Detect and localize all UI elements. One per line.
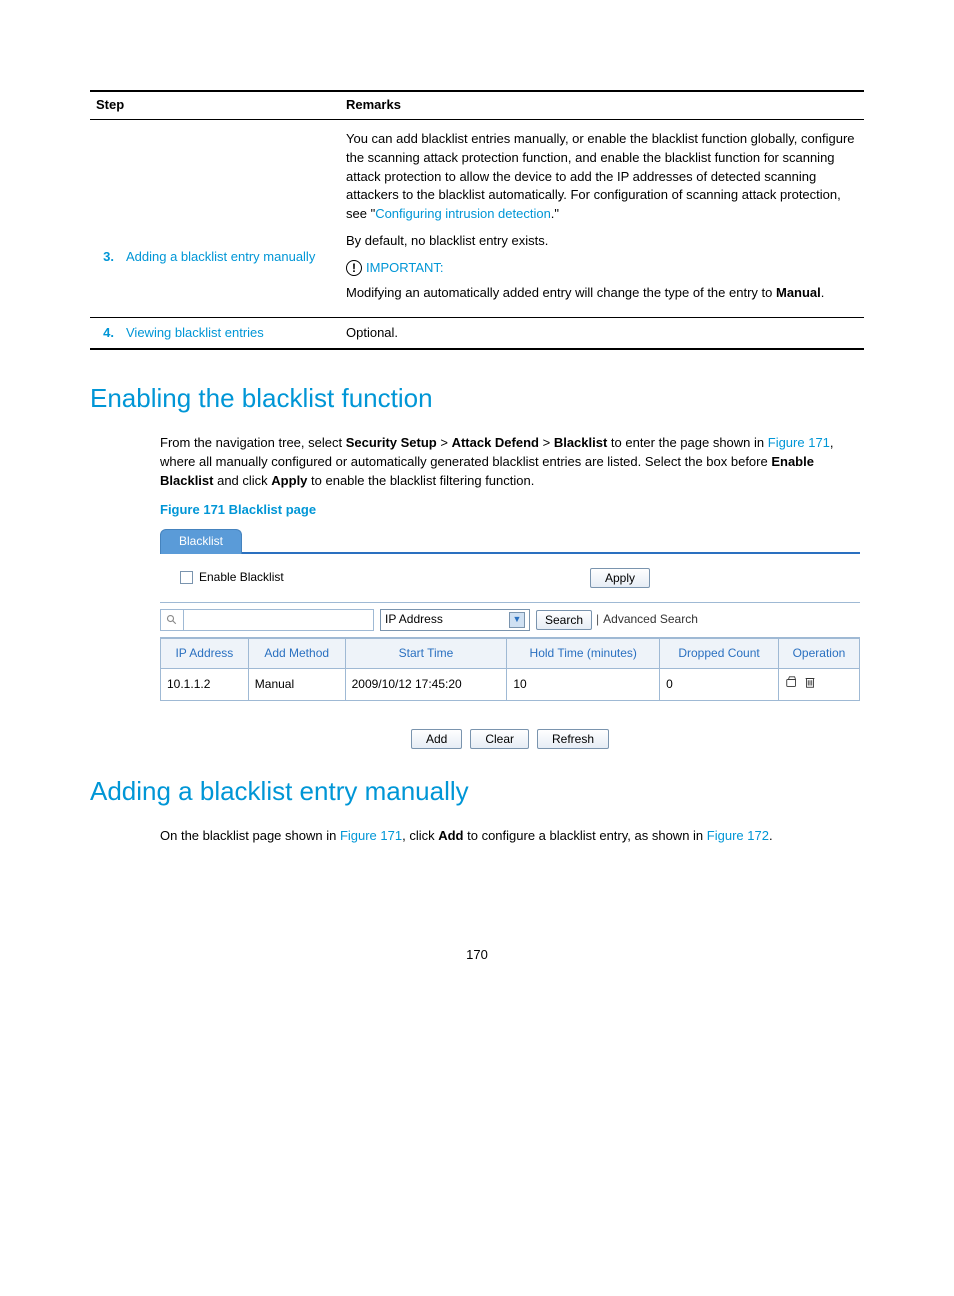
search-button[interactable]: Search <box>536 610 592 630</box>
remark3-p3c: . <box>821 285 825 300</box>
chevron-down-icon: ▼ <box>509 612 525 628</box>
important-label: IMPORTANT: <box>366 259 444 278</box>
figure-171: Blacklist Enable Blacklist Apply IP Addr… <box>160 526 860 750</box>
th-dropped[interactable]: Dropped Count <box>660 638 779 668</box>
section2-para: On the blacklist page shown in Figure 17… <box>160 827 864 846</box>
step-remarks-3: You can add blacklist entries manually, … <box>340 119 864 317</box>
th-op: Operation <box>778 638 859 668</box>
steps-table: Step Remarks 3. Adding a blacklist entry… <box>90 90 864 350</box>
th-method[interactable]: Add Method <box>248 638 345 668</box>
refresh-button[interactable]: Refresh <box>537 729 609 749</box>
heading-adding-entry: Adding a blacklist entry manually <box>90 773 864 811</box>
apply-button[interactable]: Apply <box>590 568 650 588</box>
blacklist-grid: IP Address Add Method Start Time Hold Ti… <box>160 638 860 702</box>
link-config-intrusion[interactable]: Configuring intrusion detection <box>375 206 551 221</box>
th-step: Step <box>90 91 340 119</box>
select-value: IP Address <box>385 611 443 628</box>
figure-171-caption: Figure 171 Blacklist page <box>160 501 864 520</box>
cell-op <box>778 668 859 700</box>
edit-icon[interactable] <box>785 675 799 694</box>
heading-enabling-blacklist: Enabling the blacklist function <box>90 380 864 418</box>
tab-strip: Blacklist <box>160 526 860 554</box>
remark3-p3a: Modifying an automatically added entry w… <box>346 285 776 300</box>
link-figure-172[interactable]: Figure 172 <box>707 828 769 843</box>
search-row: IP Address ▼ Search | Advanced Search <box>160 603 860 638</box>
remark3-p2: By default, no blacklist entry exists. <box>346 232 858 251</box>
step-remarks-4: Optional. <box>340 317 864 349</box>
cell-ip: 10.1.1.2 <box>161 668 249 700</box>
step-num-4: 4. <box>90 317 120 349</box>
th-hold[interactable]: Hold Time (minutes) <box>507 638 660 668</box>
link-figure-171-b[interactable]: Figure 171 <box>340 828 402 843</box>
tab-blacklist[interactable]: Blacklist <box>160 529 242 554</box>
delete-icon[interactable] <box>803 675 817 694</box>
add-button[interactable]: Add <box>411 729 462 749</box>
search-icon <box>160 609 184 631</box>
section1-para: From the navigation tree, select Securit… <box>160 434 864 491</box>
th-ip[interactable]: IP Address <box>161 638 249 668</box>
enable-row: Enable Blacklist Apply <box>160 554 860 603</box>
step-num-3: 3. <box>90 119 120 317</box>
advanced-search-link[interactable]: Advanced Search <box>603 611 698 628</box>
important-icon: ! <box>346 260 362 276</box>
page-number: 170 <box>90 946 864 965</box>
th-remarks: Remarks <box>340 91 864 119</box>
table-row: 10.1.1.2 Manual 2009/10/12 17:45:20 10 0 <box>161 668 860 700</box>
cell-hold: 10 <box>507 668 660 700</box>
important-callout: ! IMPORTANT: <box>346 259 858 278</box>
step-name-4[interactable]: Viewing blacklist entries <box>120 317 340 349</box>
clear-button[interactable]: Clear <box>470 729 529 749</box>
cell-dropped: 0 <box>660 668 779 700</box>
remark3-text-b: ." <box>551 206 559 221</box>
remark3-p3b: Manual <box>776 285 821 300</box>
link-figure-171-a[interactable]: Figure 171 <box>768 435 830 450</box>
search-field-select[interactable]: IP Address ▼ <box>380 609 530 631</box>
button-row: Add Clear Refresh <box>160 729 860 749</box>
enable-blacklist-label: Enable Blacklist <box>199 569 284 586</box>
step-name-3[interactable]: Adding a blacklist entry manually <box>120 119 340 317</box>
search-input[interactable] <box>184 609 374 631</box>
enable-blacklist-checkbox[interactable] <box>180 571 193 584</box>
cell-method: Manual <box>248 668 345 700</box>
th-start[interactable]: Start Time <box>345 638 507 668</box>
cell-start: 2009/10/12 17:45:20 <box>345 668 507 700</box>
